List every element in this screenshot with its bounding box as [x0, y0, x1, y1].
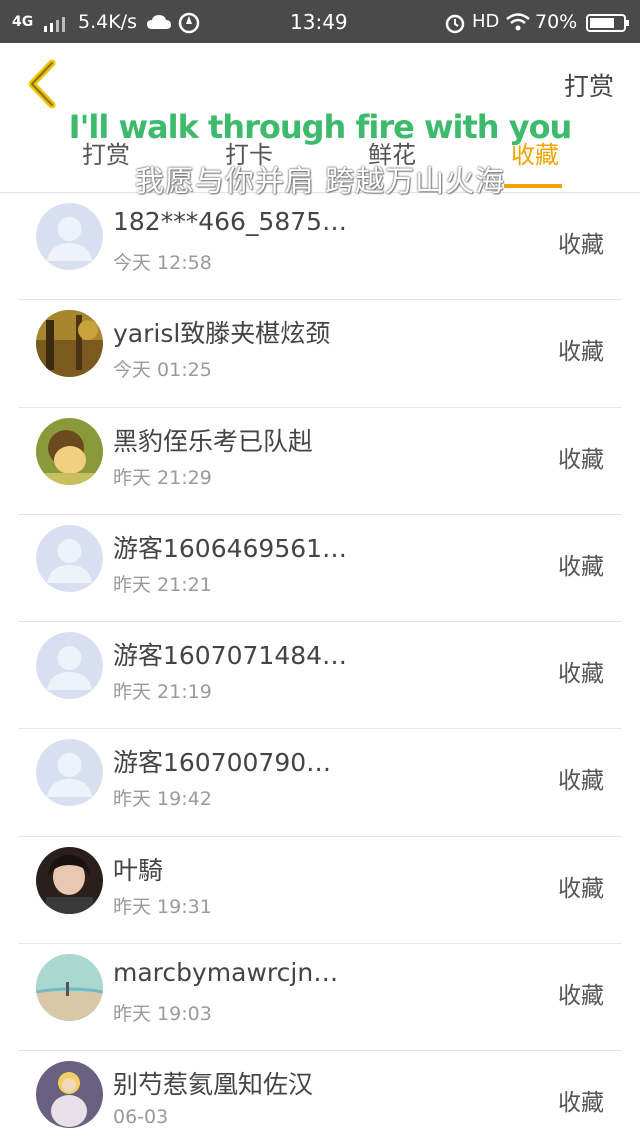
active-tab-indicator: [504, 184, 562, 188]
timestamp: 昨天 21:29: [113, 466, 212, 489]
battery-level: 70%: [535, 11, 578, 33]
list-item[interactable]: 游客1606469561… 昨天 21:21 收藏: [18, 515, 622, 623]
signal-icon: [42, 14, 68, 38]
photo-avatar: [36, 846, 103, 914]
timestamp: 昨天 19:31: [113, 895, 212, 918]
timestamp: 昨天 21:19: [113, 681, 212, 704]
tab-favorites[interactable]: 收藏: [490, 139, 580, 171]
favorite-label: 收藏: [558, 768, 604, 795]
reward-button[interactable]: 打赏: [564, 67, 614, 103]
user-name: 游客1606469561…: [113, 533, 348, 563]
default-avatar-icon: [36, 632, 103, 700]
list-item[interactable]: yarisl致滕夹椹炫颈 今天 01:25 收藏: [18, 300, 622, 408]
favorite-label: 收藏: [558, 1090, 604, 1117]
list-item[interactable]: 黑豹侄乐考已队赳 昨天 21:29 收藏: [18, 408, 622, 515]
user-name: 游客160700790…: [113, 748, 332, 778]
photo-avatar: [36, 1061, 103, 1129]
default-avatar-icon: [36, 203, 103, 270]
tab-checkin[interactable]: 打卡: [204, 139, 294, 171]
timestamp: 昨天 21:21: [113, 573, 212, 596]
user-name: 别芍惹氦凰知佐汉: [113, 1070, 314, 1100]
status-bar: 4G 5.4K/s 13:49 HD 70%: [0, 0, 640, 43]
user-name: 游客1607071484…: [113, 641, 348, 671]
favorite-label: 收藏: [558, 875, 604, 902]
favorite-label: 收藏: [558, 339, 604, 366]
list-item[interactable]: 游客1607071484… 昨天 21:19 收藏: [18, 622, 622, 730]
list-item[interactable]: marcbymawrcjn… 昨天 19:03 收藏: [18, 944, 622, 1052]
timestamp: 06-03: [113, 1106, 169, 1129]
favorite-label: 收藏: [558, 446, 604, 473]
list-item[interactable]: 游客160700790… 昨天 19:42 收藏: [18, 729, 622, 837]
favorite-label: 收藏: [558, 232, 604, 258]
timestamp: 今天 12:58: [113, 252, 212, 274]
net-speed: 5.4K/s: [78, 11, 137, 33]
tab-bar: 打赏 打卡 鲜花 收藏: [0, 139, 640, 193]
photo-avatar: [36, 310, 103, 378]
photo-avatar: [36, 417, 103, 485]
wifi-icon: [505, 13, 531, 37]
hd-indicator: HD: [472, 11, 500, 32]
list-item[interactable]: 叶騎 昨天 19:31 收藏: [18, 837, 622, 945]
battery-icon: [586, 13, 630, 39]
default-avatar-icon: [36, 524, 103, 592]
user-name: 182***466_5875…: [113, 207, 348, 236]
tab-reward[interactable]: 打赏: [61, 139, 151, 171]
clock: 13:49: [290, 10, 348, 34]
favorite-label: 收藏: [558, 983, 604, 1010]
list-item[interactable]: 182***466_5875… 今天 12:58 收藏: [18, 193, 622, 301]
user-name: marcbymawrcjn…: [113, 958, 339, 988]
cloud-icon: [146, 13, 172, 37]
list-item[interactable]: 别芍惹氦凰知佐汉 06-03 收藏: [18, 1051, 622, 1138]
timestamp: 昨天 19:42: [113, 788, 212, 811]
chevron-left-icon: [28, 59, 56, 109]
user-name: yarisl致滕夹椹炫颈: [113, 319, 331, 349]
alarm-icon: [444, 12, 466, 40]
network-type: 4G: [12, 14, 34, 30]
photo-avatar: [36, 954, 103, 1022]
favorites-list: 182***466_5875… 今天 12:58 收藏 yarisl致滕夹椹炫颈…: [18, 193, 622, 1138]
header: 打赏 打赏 打卡 鲜花 收藏: [0, 43, 640, 193]
user-name: 叶騎: [113, 855, 164, 885]
back-button[interactable]: [22, 59, 62, 109]
user-name: 黑豹侄乐考已队赳: [113, 426, 314, 456]
default-avatar-icon: [36, 739, 103, 807]
timestamp: 昨天 19:03: [113, 1003, 212, 1026]
tab-flowers[interactable]: 鲜花: [347, 139, 437, 171]
favorite-label: 收藏: [558, 553, 604, 580]
favorite-label: 收藏: [558, 661, 604, 688]
app-notification-icon: [178, 12, 200, 40]
timestamp: 今天 01:25: [113, 359, 212, 382]
